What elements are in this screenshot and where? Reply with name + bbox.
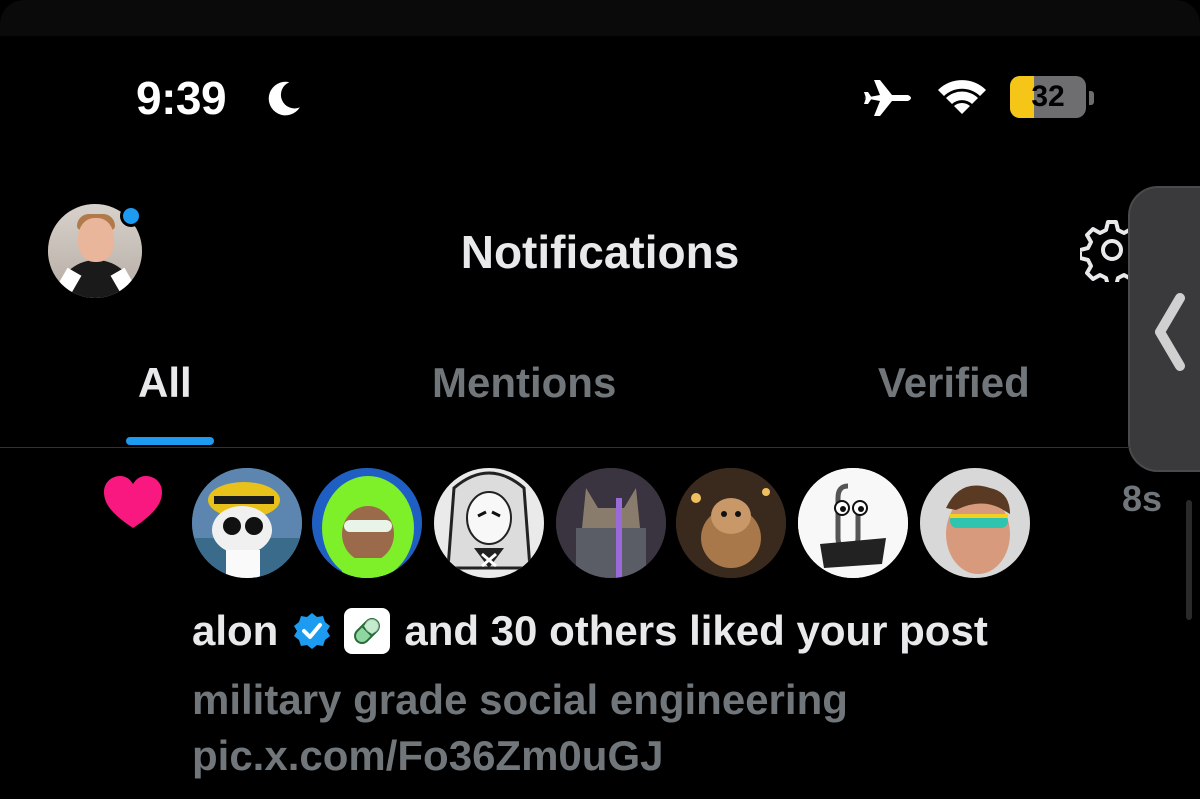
tab-mentions[interactable]: Mentions <box>432 356 616 410</box>
verified-badge-icon <box>294 613 331 649</box>
moon-icon <box>268 81 300 116</box>
tab-verified[interactable]: Verified <box>878 356 1030 410</box>
app-screen: 9:39 32 Notifications All Mentions Verif… <box>0 0 1200 799</box>
airplane-icon <box>864 80 911 116</box>
notification-user[interactable]: alon <box>192 604 278 658</box>
wifi-icon <box>938 80 986 114</box>
liker-avatar-3[interactable] <box>434 468 544 578</box>
post-preview-text[interactable]: military grade social engineering pic.x.… <box>192 672 1092 784</box>
tab-all[interactable]: All <box>138 356 192 410</box>
pill-emoji-icon <box>344 608 391 654</box>
page-title: Notifications <box>460 226 740 278</box>
battery-nub <box>1089 91 1094 105</box>
liker-avatar-2[interactable] <box>312 468 422 578</box>
status-time: 9:39 <box>136 72 227 124</box>
scrollbar[interactable] <box>1186 500 1192 620</box>
divider <box>0 447 1130 448</box>
liker-avatar-1[interactable] <box>192 468 302 578</box>
battery-icon: 32 <box>1010 76 1086 118</box>
liker-avatar-7[interactable] <box>920 468 1030 578</box>
notification-text: alon and 30 others liked your post <box>192 604 988 658</box>
status-icons: 32 <box>860 72 1100 124</box>
notification-timestamp: 8s <box>1122 478 1163 519</box>
liker-avatar-5[interactable] <box>676 468 786 578</box>
battery-level: 32 <box>1031 80 1065 113</box>
active-tab-indicator <box>126 437 214 445</box>
heart-icon <box>104 476 162 528</box>
chevron-left-icon <box>1155 293 1185 371</box>
side-panel-handle[interactable] <box>1128 186 1200 472</box>
liker-avatar-4[interactable] <box>556 468 666 578</box>
notification-message: and 30 others liked your post <box>404 607 988 654</box>
liker-avatar-6[interactable] <box>798 468 908 578</box>
